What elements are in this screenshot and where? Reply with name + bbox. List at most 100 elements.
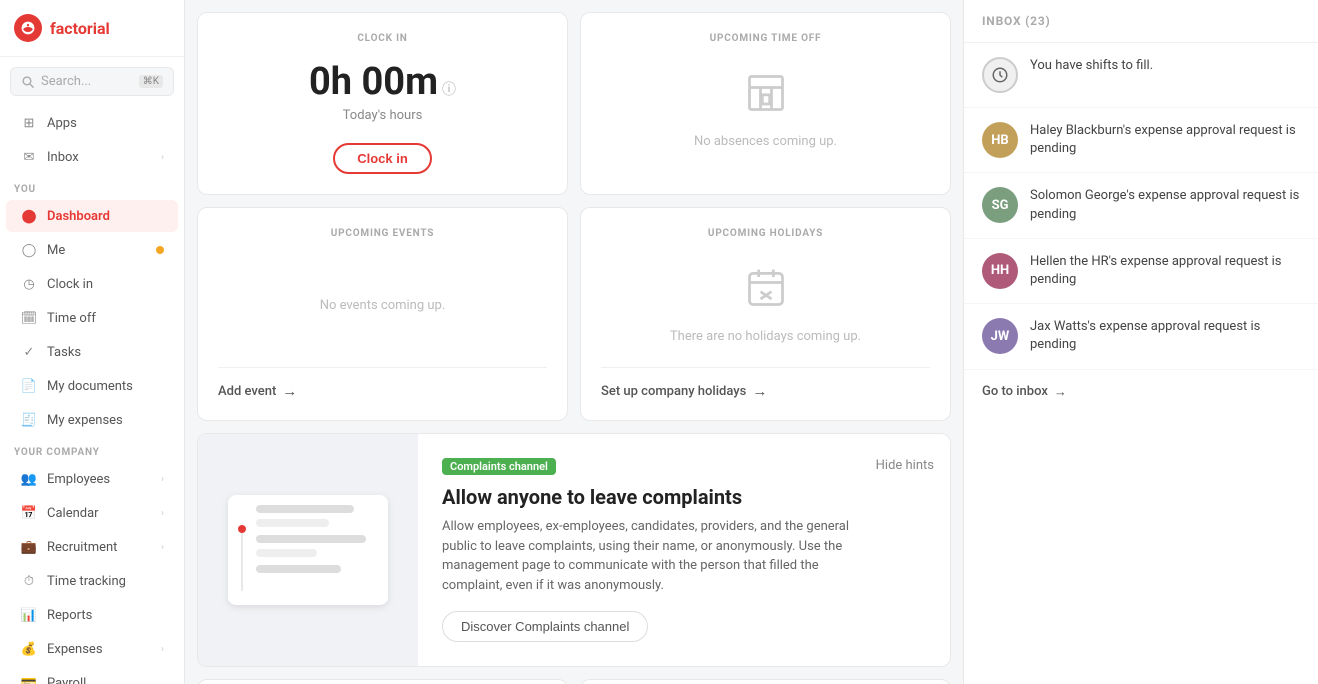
setup-holidays-label: Set up company holidays xyxy=(601,384,746,399)
clock-time-display: 0h 00m ⓘ xyxy=(218,60,547,104)
haley-avatar: HB xyxy=(982,122,1018,158)
clock-in-card-title: CLOCK IN xyxy=(218,33,547,44)
hint-badge: Complaints channel xyxy=(442,458,556,475)
sidebar-item-time-off[interactable]: 🗓 Time off xyxy=(6,302,178,334)
search-icon xyxy=(21,75,35,89)
sidebar-item-recruitment-label: Recruitment xyxy=(47,540,117,555)
clock-in-card: CLOCK IN 0h 00m ⓘ Today's hours Clock in xyxy=(197,12,568,195)
solomon-avatar: SG xyxy=(982,187,1018,223)
sidebar-item-employees[interactable]: 👥 Employees › xyxy=(6,463,178,495)
celebration-card: 7 days ago · Celebrations Daniel Carter'… xyxy=(580,679,951,684)
apps-icon: ⊞ xyxy=(20,114,38,132)
upcoming-time-off-title: UPCOMING TIME OFF xyxy=(601,33,930,44)
sidebar-item-tasks[interactable]: ✓ Tasks xyxy=(6,336,178,368)
events-empty-state: No events coming up. xyxy=(218,255,547,355)
upcoming-time-off-card: UPCOMING TIME OFF No absences coming up. xyxy=(580,12,951,195)
hint-description: Allow employees, ex-employees, candidate… xyxy=(442,517,852,595)
sidebar-item-recruitment[interactable]: 💼 Recruitment › xyxy=(6,531,178,563)
sidebar-item-payroll-label: Payroll xyxy=(47,676,86,684)
add-event-label: Add event xyxy=(218,384,276,399)
holidays-empty-text: There are no holidays coming up. xyxy=(670,329,861,344)
inbox-item-solomon[interactable]: SG Solomon George's expense approval req… xyxy=(964,173,1318,238)
calendar-x-icon xyxy=(744,266,788,319)
you-section-label: YOU xyxy=(0,174,184,199)
sidebar-item-time-off-label: Time off xyxy=(47,311,96,326)
inbox-item-hellen[interactable]: HH Hellen the HR's expense approval requ… xyxy=(964,239,1318,304)
add-event-arrow-icon: → xyxy=(282,382,297,400)
sidebar-item-inbox-label: Inbox xyxy=(47,150,79,165)
middle-card-grid: UPCOMING EVENTS No events coming up. Add… xyxy=(185,207,963,433)
jax-avatar: JW xyxy=(982,318,1018,354)
my-expenses-icon: 🧾 xyxy=(20,411,38,429)
sidebar-item-employees-label: Employees xyxy=(47,472,110,487)
sidebar-item-reports[interactable]: 📊 Reports xyxy=(6,599,178,631)
inbox-shifts-text: You have shifts to fill. xyxy=(1030,57,1153,75)
expenses-icon: 💰 xyxy=(20,640,38,658)
sidebar-item-my-documents-label: My documents xyxy=(47,379,133,394)
haley-initials: HB xyxy=(991,133,1008,148)
upcoming-holidays-title: UPCOMING HOLIDAYS xyxy=(601,228,930,239)
recruitment-chevron-icon: › xyxy=(161,542,164,553)
sidebar-item-time-tracking-label: Time tracking xyxy=(47,574,126,589)
sidebar-item-time-tracking[interactable]: ⏱ Time tracking xyxy=(6,565,178,597)
time-off-empty-text: No absences coming up. xyxy=(694,134,837,149)
sidebar-item-me-label: Me xyxy=(47,243,65,258)
sidebar-item-payroll[interactable]: 💳 Payroll xyxy=(6,667,178,684)
setup-holidays-link[interactable]: Set up company holidays → xyxy=(601,367,930,400)
sidebar-item-clock-in[interactable]: ◷ Clock in xyxy=(6,268,178,300)
inbox-chevron-icon: › xyxy=(161,152,164,163)
setup-holidays-arrow-icon: → xyxy=(752,382,767,400)
inbox-item-shifts[interactable]: You have shifts to fill. xyxy=(964,43,1318,108)
go-to-inbox-label: Go to inbox xyxy=(982,384,1048,399)
clock-info-icon: ⓘ xyxy=(442,79,456,99)
inbox-panel: INBOX (23) You have shifts to fill. HB H… xyxy=(963,0,1318,684)
inbox-icon: ✉ xyxy=(20,148,38,166)
sidebar-item-apps[interactable]: ⊞ Apps xyxy=(6,107,178,139)
hint-image-inner xyxy=(228,495,388,605)
sidebar-item-calendar[interactable]: 📅 Calendar › xyxy=(6,497,178,529)
hint-dot xyxy=(238,525,246,533)
inbox-item-jax[interactable]: JW Jax Watts's expense approval request … xyxy=(964,304,1318,369)
clock-today-label: Today's hours xyxy=(218,108,547,123)
inbox-solomon-text: Solomon George's expense approval reques… xyxy=(1030,187,1300,223)
sidebar-item-dashboard-label: Dashboard xyxy=(47,209,110,224)
shifts-avatar xyxy=(982,57,1018,93)
sidebar-item-my-expenses[interactable]: 🧾 My expenses xyxy=(6,404,178,436)
hide-hints-button[interactable]: Hide hints xyxy=(876,434,950,473)
sidebar-item-my-expenses-label: My expenses xyxy=(47,413,123,428)
time-tracking-icon: ⏱ xyxy=(20,572,38,590)
hint-vline xyxy=(241,531,243,591)
hint-card: Complaints channel Allow anyone to leave… xyxy=(197,433,951,667)
clock-in-icon: ◷ xyxy=(20,275,38,293)
logo-icon xyxy=(14,14,42,42)
sidebar-item-inbox[interactable]: ✉ Inbox › xyxy=(6,141,178,173)
sidebar-item-dashboard[interactable]: ⬤ Dashboard xyxy=(6,200,178,232)
logo-text: factorial xyxy=(50,19,110,38)
employees-icon: 👥 xyxy=(20,470,38,488)
tasks-icon: ✓ xyxy=(20,343,38,361)
inbox-item-haley[interactable]: HB Haley Blackburn's expense approval re… xyxy=(964,108,1318,173)
reports-icon: 📊 xyxy=(20,606,38,624)
sidebar-item-expenses-label: Expenses xyxy=(47,642,103,657)
sidebar-item-my-documents[interactable]: 📄 My documents xyxy=(6,370,178,402)
sidebar: factorial Search... ⌘K ⊞ Apps ✉ Inbox › … xyxy=(0,0,185,684)
search-bar[interactable]: Search... ⌘K xyxy=(10,67,174,96)
sidebar-item-reports-label: Reports xyxy=(47,608,92,623)
clock-in-button[interactable]: Clock in xyxy=(333,143,432,174)
inbox-header: INBOX (23) xyxy=(964,0,1318,43)
sidebar-item-apps-label: Apps xyxy=(47,116,77,131)
go-to-inbox-link[interactable]: Go to inbox → xyxy=(964,370,1318,414)
clock-time: 0h 00m xyxy=(309,60,438,104)
top-card-grid: CLOCK IN 0h 00m ⓘ Today's hours Clock in… xyxy=(185,0,963,207)
add-event-link[interactable]: Add event → xyxy=(218,367,547,400)
sidebar-item-expenses[interactable]: 💰 Expenses › xyxy=(6,633,178,665)
events-empty-text: No events coming up. xyxy=(320,298,446,313)
me-dot xyxy=(156,246,164,254)
hellen-initials: HH xyxy=(991,263,1009,278)
hint-image xyxy=(198,434,418,666)
main-content: CLOCK IN 0h 00m ⓘ Today's hours Clock in… xyxy=(185,0,1318,684)
sidebar-item-me[interactable]: ◯ Me xyxy=(6,234,178,266)
inbox-haley-text: Haley Blackburn's expense approval reque… xyxy=(1030,122,1300,158)
content-area: CLOCK IN 0h 00m ⓘ Today's hours Clock in… xyxy=(185,0,963,684)
discover-complaints-button[interactable]: Discover Complaints channel xyxy=(442,611,648,642)
